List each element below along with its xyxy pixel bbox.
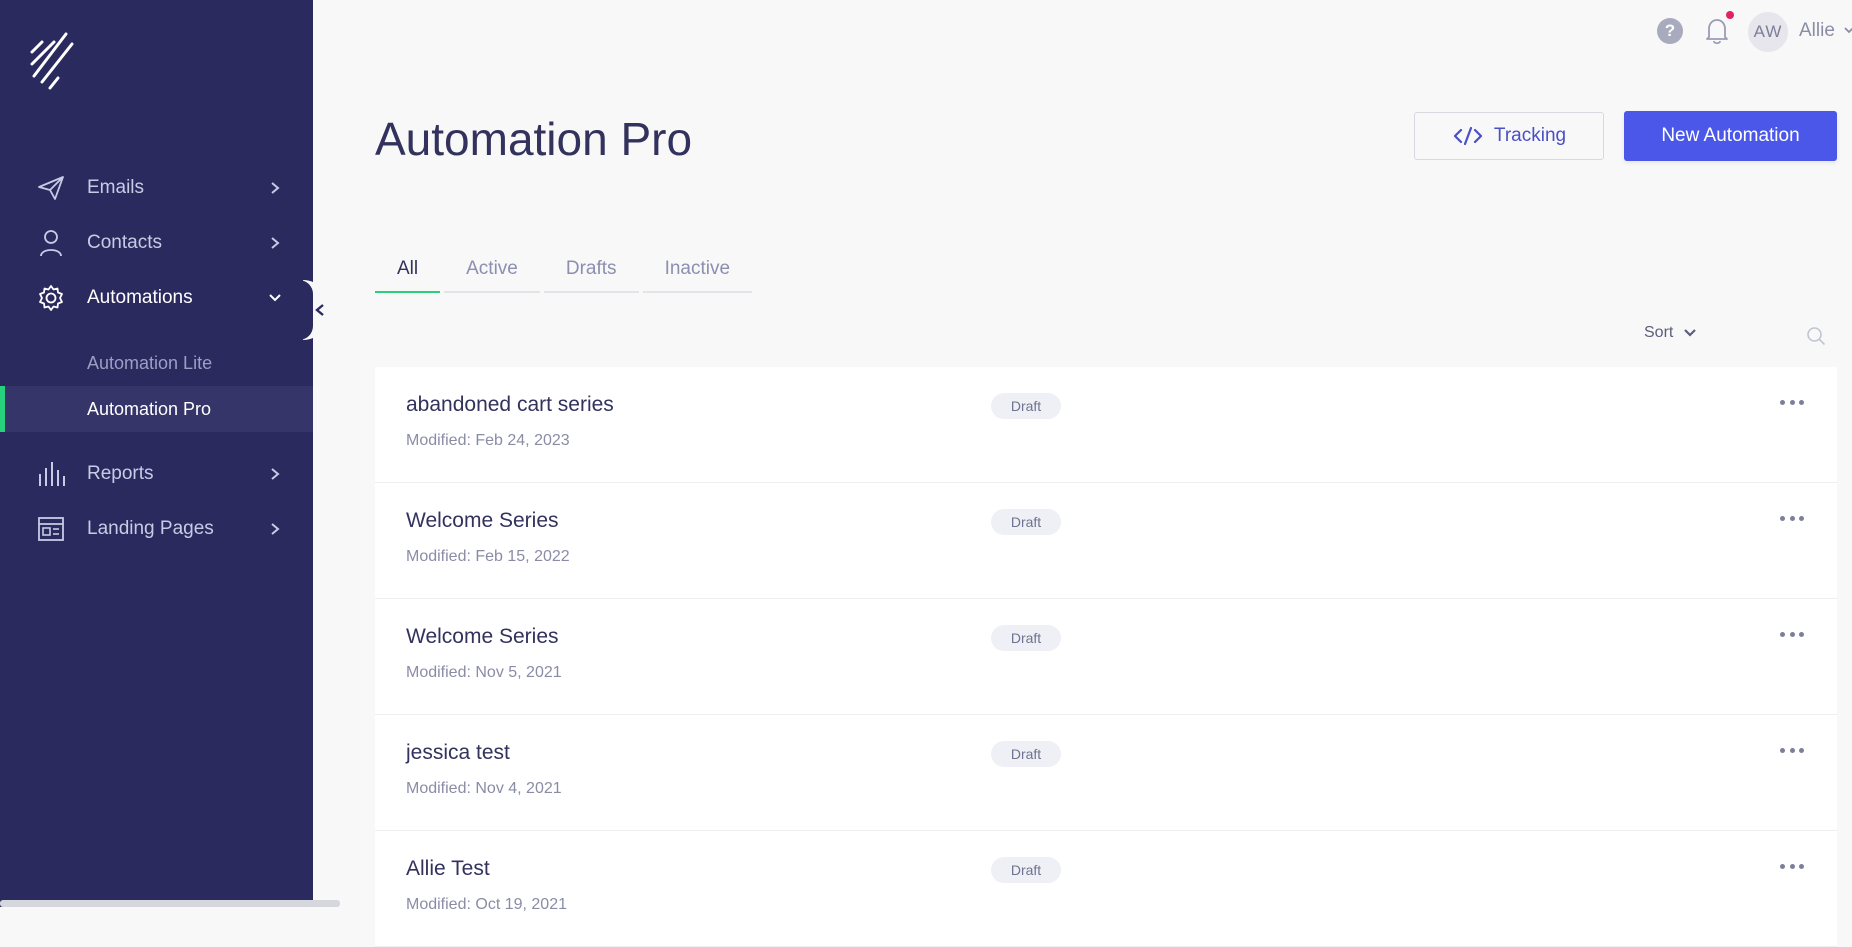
new-automation-button[interactable]: New Automation xyxy=(1624,111,1837,161)
avatar[interactable]: AW xyxy=(1748,12,1788,52)
modified-date: Modified: Feb 24, 2023 xyxy=(406,432,570,449)
modified-date: Modified: Nov 5, 2021 xyxy=(406,664,562,681)
tab-active[interactable]: Active xyxy=(444,246,540,293)
sidebar-item-contacts[interactable]: Contacts xyxy=(0,219,313,267)
tracking-button-label: Tracking xyxy=(1493,125,1567,146)
chevron-right-icon xyxy=(268,467,282,481)
automation-list: abandoned cart series Modified: Feb 24, … xyxy=(375,367,1837,947)
modified-date: Modified: Oct 19, 2021 xyxy=(406,896,567,913)
status-badge: Draft xyxy=(991,741,1061,767)
tab-inactive[interactable]: Inactive xyxy=(642,246,753,293)
search-icon[interactable] xyxy=(1806,326,1826,346)
sidebar-item-label: Automations xyxy=(87,287,193,308)
sidebar-subitem-label: Automation Pro xyxy=(87,398,212,419)
chevron-down-icon xyxy=(268,291,282,305)
code-icon xyxy=(1453,126,1483,146)
sidebar-item-automations[interactable]: Automations xyxy=(0,274,313,322)
more-options-icon[interactable] xyxy=(1780,397,1804,407)
sidebar-item-label: Landing Pages xyxy=(87,518,214,539)
sidebar-item-label: Contacts xyxy=(87,232,162,253)
list-item[interactable]: abandoned cart series Modified: Feb 24, … xyxy=(375,367,1837,483)
modified-date: Modified: Feb 15, 2022 xyxy=(406,548,570,565)
sidebar-collapse-toggle[interactable] xyxy=(299,280,329,340)
status-badge: Draft xyxy=(991,625,1061,651)
more-options-icon[interactable] xyxy=(1780,745,1804,755)
horizontal-scrollbar[interactable] xyxy=(0,900,340,907)
list-item[interactable]: jessica test Modified: Nov 4, 2021 Draft xyxy=(375,715,1837,831)
automation-name[interactable]: Allie Test xyxy=(406,857,490,881)
sidebar-item-label: Reports xyxy=(87,463,154,484)
more-options-icon[interactable] xyxy=(1780,629,1804,639)
sidebar: Emails Contacts Automations Automation L… xyxy=(0,0,313,907)
paper-plane-icon xyxy=(36,173,66,203)
tracking-button[interactable]: Tracking xyxy=(1414,112,1604,160)
list-item[interactable]: Allie Test Modified: Oct 19, 2021 Draft xyxy=(375,831,1837,947)
automation-name[interactable]: Welcome Series xyxy=(406,625,559,649)
status-badge: Draft xyxy=(991,509,1061,535)
page-title: Automation Pro xyxy=(375,113,693,165)
sidebar-subitem-label: Automation Lite xyxy=(87,352,213,373)
chevron-right-icon xyxy=(268,236,282,250)
bar-chart-icon xyxy=(36,459,66,489)
chevron-left-icon xyxy=(315,304,324,316)
gear-icon xyxy=(36,283,66,313)
chevron-right-icon xyxy=(268,522,282,536)
sidebar-subitem-automation-pro[interactable]: Automation Pro xyxy=(0,386,313,432)
sort-dropdown[interactable]: Sort xyxy=(1644,324,1697,342)
automation-name[interactable]: jessica test xyxy=(406,741,510,765)
notification-dot xyxy=(1726,11,1734,19)
modified-date: Modified: Nov 4, 2021 xyxy=(406,780,562,797)
status-badge: Draft xyxy=(991,857,1061,883)
sort-label: Sort xyxy=(1644,324,1674,341)
list-item[interactable]: Welcome Series Modified: Feb 15, 2022 Dr… xyxy=(375,483,1837,599)
layout-icon xyxy=(36,514,66,544)
sidebar-item-emails[interactable]: Emails xyxy=(0,164,313,212)
user-name[interactable]: Allie xyxy=(1799,20,1835,42)
chevron-right-icon xyxy=(268,181,282,195)
status-badge: Draft xyxy=(991,393,1061,419)
chevron-down-icon[interactable] xyxy=(1843,26,1852,36)
tab-all[interactable]: All xyxy=(375,246,441,293)
help-icon[interactable]: ? xyxy=(1657,18,1683,44)
more-options-icon[interactable] xyxy=(1780,861,1804,871)
automation-name[interactable]: abandoned cart series xyxy=(406,393,614,417)
user-icon xyxy=(36,228,66,258)
sidebar-subitem-automation-lite[interactable]: Automation Lite xyxy=(0,340,313,386)
sidebar-item-label: Emails xyxy=(87,177,145,198)
more-options-icon[interactable] xyxy=(1780,513,1804,523)
tab-drafts[interactable]: Drafts xyxy=(543,246,639,293)
brand-logo[interactable] xyxy=(28,30,76,94)
sidebar-item-reports[interactable]: Reports xyxy=(0,450,313,498)
sidebar-item-landing-pages[interactable]: Landing Pages xyxy=(0,505,313,553)
bell-icon[interactable] xyxy=(1703,16,1731,46)
filter-tabs: All Active Drafts Inactive xyxy=(375,246,756,293)
list-item[interactable]: Welcome Series Modified: Nov 5, 2021 Dra… xyxy=(375,599,1837,715)
automation-name[interactable]: Welcome Series xyxy=(406,509,559,533)
chevron-down-icon xyxy=(1684,329,1697,337)
